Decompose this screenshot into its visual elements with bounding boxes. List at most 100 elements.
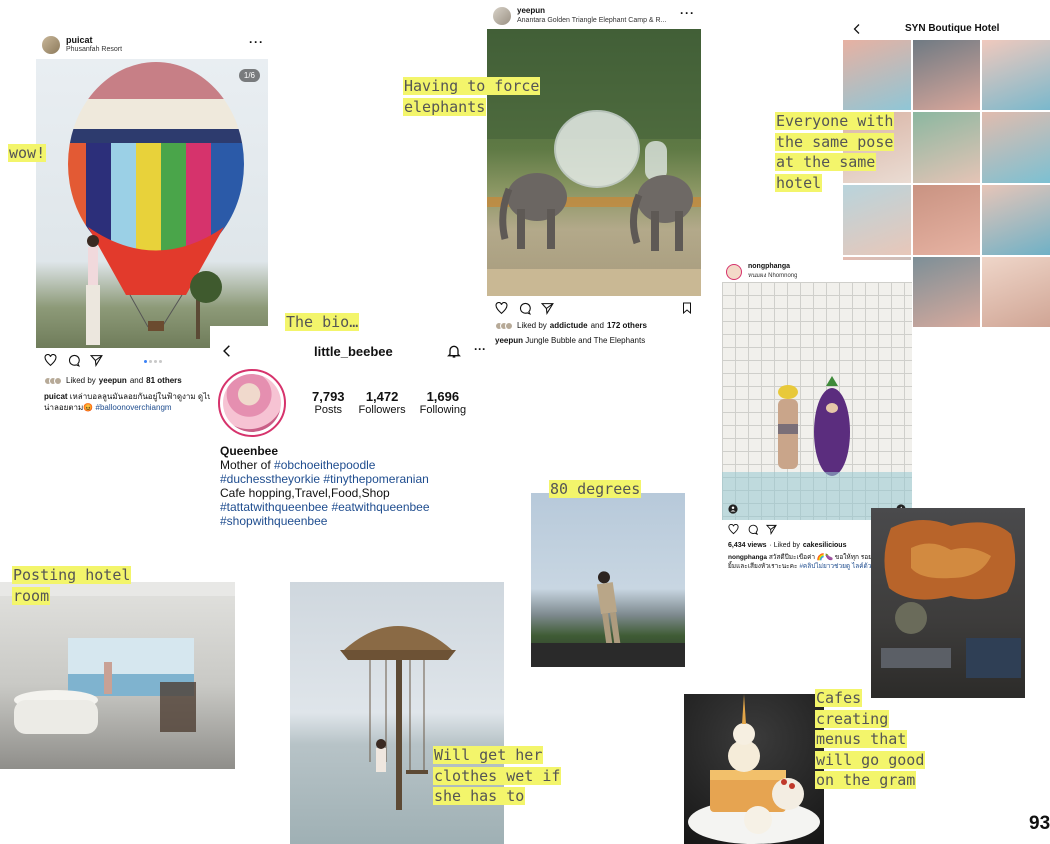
profile-avatar[interactable] xyxy=(218,369,286,437)
note-text: The bio… xyxy=(285,313,360,331)
bio-hashtag[interactable]: #obchoeithepoodle xyxy=(274,458,375,472)
stat-number: 1,472 xyxy=(365,389,399,404)
note-text: wow! xyxy=(8,144,47,162)
liked-user[interactable]: yeepun xyxy=(99,376,127,385)
more-options-icon[interactable]: ··· xyxy=(474,342,486,356)
dessert-illustration xyxy=(688,694,820,844)
comment-icon[interactable] xyxy=(67,354,80,367)
share-icon[interactable] xyxy=(541,302,554,315)
bookmark-icon[interactable] xyxy=(681,302,693,314)
post-username[interactable]: nongphanga xyxy=(748,262,797,272)
stat-number: 7,793 xyxy=(312,389,345,404)
grid-photo[interactable] xyxy=(912,184,981,255)
avatar[interactable] xyxy=(493,6,511,25)
post-header: yeepun Anantara Golden Triangle Elephant… xyxy=(493,6,677,25)
grid-photo[interactable] xyxy=(982,184,1050,255)
view-count: 6,434 views xyxy=(728,542,767,549)
carousel-dots xyxy=(144,360,162,363)
heart-icon[interactable] xyxy=(44,354,57,367)
post-photo-balloon: 1/6 xyxy=(36,59,268,348)
bio-hashtag[interactable]: #shopwithqueenbee xyxy=(220,514,482,528)
post-caption: nongphanga สวัสดีปีมะเขือค่า 🌈🍆 ขอให้ทุก… xyxy=(728,553,878,571)
stat-label: Followers xyxy=(358,404,406,416)
liked-by: Liked by addictude and 172 others xyxy=(495,321,647,330)
bio-hashtag[interactable]: #duchesstheyorkie xyxy=(220,472,320,486)
share-icon[interactable] xyxy=(766,524,777,535)
post-photo-elephants xyxy=(487,29,701,296)
bio-hashtag[interactable]: #eatwithqueenbee xyxy=(331,500,429,514)
comment-icon[interactable] xyxy=(747,524,758,535)
grid-photo[interactable] xyxy=(912,256,981,327)
grid-title: SYN Boutique Hotel xyxy=(905,23,1000,34)
stat-label: Following xyxy=(419,404,467,416)
stat-followers[interactable]: 1,472 Followers xyxy=(359,389,406,416)
bio-prefix: Mother of xyxy=(220,458,271,472)
stat-following[interactable]: 1,696 Following xyxy=(420,389,466,416)
liked-user[interactable]: cakesilicious xyxy=(803,542,847,549)
bio-hashtag[interactable]: #tattatwithqueenbee xyxy=(220,500,328,514)
bell-icon[interactable] xyxy=(446,343,462,359)
post-video-eggplant[interactable] xyxy=(722,282,912,520)
views-liked: 6,434 views · Liked by cakesilicious xyxy=(728,542,846,549)
heart-icon[interactable] xyxy=(495,302,508,315)
profile-username: little_beebee xyxy=(314,344,393,359)
heart-icon[interactable] xyxy=(728,524,739,535)
stat-label: Posts xyxy=(314,404,343,416)
caption-username[interactable]: yeepun xyxy=(495,336,523,345)
note-text: Cafes creating menus that will go good o… xyxy=(815,689,926,790)
note-same-pose: Everyone with the same pose at the same … xyxy=(775,111,895,193)
photo-cafe-interior xyxy=(871,508,1025,698)
liked-and: and xyxy=(590,321,604,330)
grid-photo[interactable] xyxy=(843,40,911,111)
post-header: puicat Phusanfah Resort xyxy=(42,35,122,54)
grid-photo[interactable] xyxy=(912,40,981,111)
post-location[interactable]: Phusanfah Resort xyxy=(66,45,122,54)
elephants-illustration xyxy=(487,29,701,296)
more-options-icon[interactable]: ··· xyxy=(680,6,695,20)
post-actions xyxy=(44,354,103,367)
back-chevron-icon[interactable] xyxy=(220,344,234,358)
grid-photo[interactable] xyxy=(982,40,1050,111)
profile-stats: 7,793 Posts 1,472 Followers 1,696 Follow… xyxy=(312,389,466,416)
liked-user[interactable]: addictude xyxy=(550,321,588,330)
post-username[interactable]: puicat xyxy=(66,35,122,45)
liked-by: Liked by yeepun and 81 others xyxy=(44,376,182,385)
grid-photo[interactable] xyxy=(912,112,981,183)
photo-dessert xyxy=(684,694,824,844)
note-hotel-room: Posting hotel room xyxy=(12,565,162,606)
avatar[interactable] xyxy=(42,35,60,54)
liked-others[interactable]: 172 others xyxy=(607,321,647,330)
more-options-icon[interactable]: ··· xyxy=(249,35,264,49)
grid-photo[interactable] xyxy=(982,112,1050,183)
avatar[interactable] xyxy=(726,263,742,280)
grid-photo[interactable] xyxy=(843,184,911,255)
post-caption: yeepun Jungle Bubble and The Elephants xyxy=(495,335,695,346)
post-username[interactable]: yeepun xyxy=(517,6,677,16)
liked-prefix: Liked by xyxy=(517,321,547,330)
note-wow: wow! xyxy=(8,143,68,164)
caption-hashtag[interactable]: #balloonoverchiangm xyxy=(96,403,172,412)
grid-photo[interactable] xyxy=(982,256,1050,327)
profile-bio: Queenbee Mother of #obchoeithepoodle #du… xyxy=(220,444,482,528)
balloon-illustration xyxy=(68,62,244,345)
liked-others[interactable]: 81 others xyxy=(146,376,182,385)
user-tag-icon[interactable] xyxy=(728,504,738,514)
cafe-illustration xyxy=(881,519,1021,678)
note-80-degrees: 80 degrees xyxy=(549,479,669,500)
note-text: Everyone with the same pose at the same … xyxy=(775,112,895,192)
post-location[interactable]: Anantara Golden Triangle Elephant Camp &… xyxy=(517,16,677,25)
photo-counter: 1/6 xyxy=(238,69,260,82)
liked-and: and xyxy=(129,376,144,385)
comment-icon[interactable] xyxy=(518,302,531,315)
post-location[interactable]: หนมผง Nhomnong xyxy=(748,272,797,281)
caption-username[interactable]: nongphanga xyxy=(728,554,767,561)
bio-line: Cafe hopping,Travel,Food,Shop xyxy=(220,486,390,500)
caption-username[interactable]: puicat xyxy=(44,392,68,401)
back-chevron-icon[interactable] xyxy=(851,23,863,35)
liked-prefix: Liked by xyxy=(66,376,96,385)
caption-hashtag[interactable]: #คลิปไม่ยาวช่วยดู xyxy=(799,563,850,570)
bio-hashtag[interactable]: #tinythepomeranian xyxy=(323,472,428,486)
share-icon[interactable] xyxy=(90,354,103,367)
stat-posts[interactable]: 7,793 Posts xyxy=(312,389,345,416)
note-text: 80 degrees xyxy=(549,480,642,498)
